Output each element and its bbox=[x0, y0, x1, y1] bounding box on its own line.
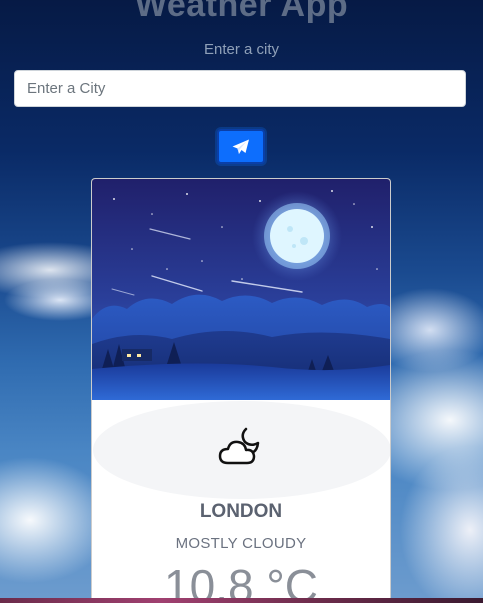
paper-plane-icon bbox=[232, 139, 249, 154]
weather-condition: MOSTLY CLOUDY bbox=[175, 535, 307, 552]
night-sky-image bbox=[92, 179, 390, 400]
city-name: LONDON bbox=[199, 501, 283, 522]
temperature-readout: 10.8 °C bbox=[164, 560, 318, 603]
page-subtitle: Enter a city bbox=[203, 41, 280, 58]
bottom-edge-strip bbox=[0, 598, 483, 603]
weather-app-page: Weather App Enter a city Enter a City LO… bbox=[0, 0, 483, 603]
page-title: Weather App bbox=[134, 0, 349, 24]
city-search-input[interactable] bbox=[14, 70, 466, 107]
weather-card: LONDON MOSTLY CLOUDY 10.8 °C bbox=[91, 178, 391, 603]
send-button[interactable] bbox=[217, 129, 265, 164]
cloud-moon-icon bbox=[218, 427, 260, 465]
